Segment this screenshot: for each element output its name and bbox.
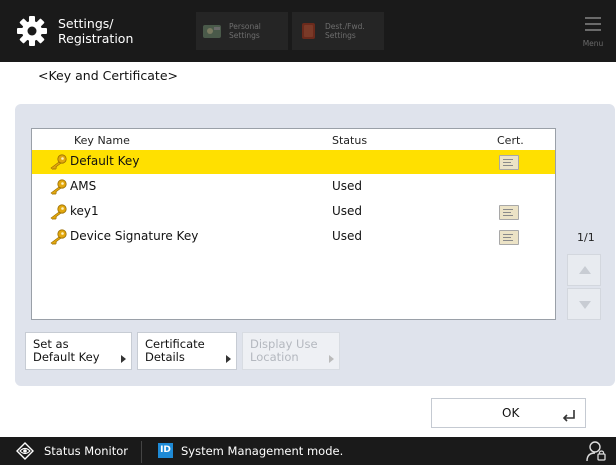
app-title: Settings/ Registration	[58, 16, 133, 46]
status-monitor-icon	[16, 442, 34, 460]
scroll-up-button[interactable]	[567, 254, 601, 286]
ok-button[interactable]: OK	[431, 398, 586, 428]
key-name: key1	[70, 204, 99, 218]
certificate-details-button[interactable]: Certificate Details	[137, 332, 237, 370]
dest-fwd-line2: Settings	[325, 31, 356, 40]
ok-label: OK	[502, 406, 520, 420]
column-header-key-name: Key Name	[74, 134, 130, 147]
id-badge-icon: ID	[158, 443, 173, 458]
arrow-up-icon	[579, 266, 591, 274]
key-status: Used	[332, 229, 363, 243]
status-monitor-label: Status Monitor	[44, 444, 129, 458]
display-use-line2: Location	[250, 350, 299, 364]
key-row[interactable]: Device Signature Key Used	[32, 225, 555, 249]
key-row[interactable]: key1 Used	[32, 200, 555, 224]
dest-fwd-line1: Dest./Fwd.	[325, 22, 365, 31]
personal-settings-icon	[203, 25, 221, 38]
status-monitor-button[interactable]: Status Monitor	[12, 440, 146, 462]
app-title-line1: Settings/	[58, 16, 114, 31]
user-login-icon[interactable]	[584, 439, 608, 463]
menu-icon-bar	[585, 23, 601, 25]
page-title: <Key and Certificate>	[38, 68, 179, 83]
menu-button[interactable]: Menu	[578, 14, 608, 48]
key-name: AMS	[70, 179, 97, 193]
menu-icon-bar	[585, 17, 601, 19]
cert-details-line2: Details	[145, 350, 185, 364]
expand-triangle-icon	[121, 355, 126, 363]
key-icon	[50, 154, 67, 170]
set-default-line2: Default Key	[33, 350, 100, 364]
key-name: Device Signature Key	[70, 229, 199, 243]
scroll-down-button[interactable]	[567, 288, 601, 320]
display-use-location-button[interactable]: Display Use Location	[242, 332, 340, 370]
status-bar-divider	[141, 441, 142, 463]
key-icon	[50, 204, 67, 220]
enter-icon	[562, 410, 575, 422]
page-indicator: 1/1	[577, 231, 595, 244]
column-header-status: Status	[332, 134, 368, 147]
certificate-icon	[499, 155, 519, 170]
key-icon	[50, 229, 67, 245]
settings-gear-icon	[17, 16, 47, 46]
personal-settings-button[interactable]: Personal Settings	[196, 12, 288, 50]
menu-icon-bar	[585, 29, 601, 31]
system-mode-text: System Management mode.	[181, 444, 344, 458]
arrow-down-icon	[579, 301, 591, 309]
certificate-icon	[499, 230, 519, 245]
key-row[interactable]: Default Key	[32, 150, 555, 174]
personal-settings-line2: Settings	[229, 31, 260, 40]
expand-triangle-icon	[226, 355, 231, 363]
app-title-line2: Registration	[58, 31, 134, 46]
certificate-icon	[499, 205, 519, 220]
dest-fwd-settings-button[interactable]: Dest./Fwd. Settings	[292, 12, 384, 50]
personal-settings-line1: Personal	[229, 22, 261, 31]
column-header-cert: Cert.	[497, 134, 524, 147]
set-as-default-key-button[interactable]: Set as Default Key	[25, 332, 132, 370]
menu-label: Menu	[582, 39, 604, 48]
key-icon	[50, 179, 67, 195]
destination-book-icon	[302, 23, 315, 39]
key-status: Used	[332, 204, 363, 218]
key-name: Default Key	[70, 154, 140, 168]
expand-triangle-icon	[329, 355, 334, 363]
key-status: Used	[332, 179, 363, 193]
key-row[interactable]: AMS Used	[32, 175, 555, 199]
